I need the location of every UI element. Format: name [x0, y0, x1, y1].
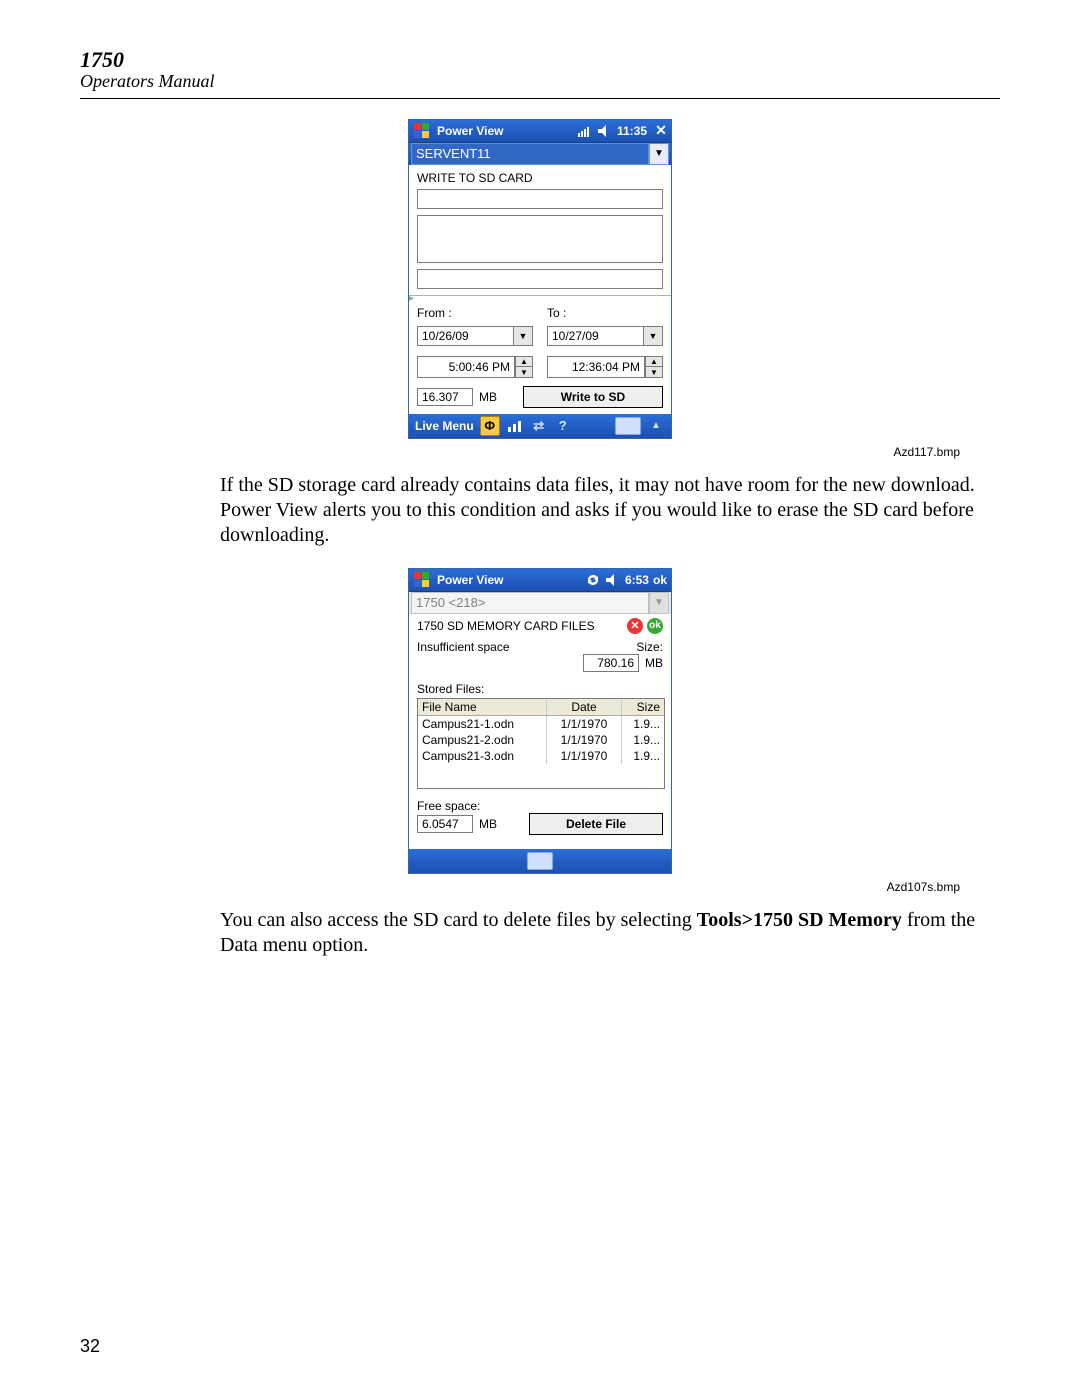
spinner-up-icon[interactable]: ▲ — [516, 357, 532, 368]
from-label: From : — [417, 306, 533, 320]
col-filename[interactable]: File Name — [418, 699, 547, 715]
bottombar-up-icon[interactable]: ▲ — [647, 417, 665, 435]
device-dropdown[interactable]: 1750 <218> ▼ — [409, 591, 671, 614]
table-row[interactable]: Campus21-1.odn 1/1/1970 1.9... — [418, 716, 664, 732]
keyboard-icon[interactable] — [527, 852, 553, 870]
volume-icon — [597, 123, 613, 139]
titlebar-title: Power View — [437, 573, 503, 587]
screenshot-write-to-sd: Power View 11:35 ✕ SERVE — [408, 119, 672, 439]
page-number: 32 — [80, 1336, 100, 1357]
cell-date: 1/1/1970 — [547, 716, 622, 732]
spinner-down-icon[interactable]: ▼ — [516, 367, 532, 377]
bottombar-phi-icon[interactable]: Φ — [480, 416, 500, 436]
to-time-value: 12:36:04 PM — [547, 356, 645, 378]
to-date-value: 10/27/09 — [547, 326, 643, 346]
cell-filename: Campus21-3.odn — [418, 748, 547, 764]
ok-button[interactable]: ok — [653, 573, 667, 587]
cell-filename: Campus21-1.odn — [418, 716, 547, 732]
ok-icon[interactable]: ok — [647, 618, 663, 634]
file-table-header: File Name Date Size — [418, 699, 664, 716]
figure-caption-2: Azd107s.bmp — [80, 880, 960, 894]
bottom-bar: Live Menu Φ ⇄ ? ▲ — [409, 414, 671, 438]
to-label: To : — [547, 306, 663, 320]
write-to-sd-button[interactable]: Write to SD — [523, 386, 663, 408]
spinner-down-icon[interactable]: ▼ — [646, 367, 662, 377]
data-slot-1 — [417, 189, 663, 209]
from-date-dropdown[interactable]: 10/26/09 ▼ — [417, 326, 533, 346]
titlebar-time: 11:35 — [617, 124, 647, 138]
total-size-unit: MB — [645, 656, 663, 670]
titlebar: Power View 6:53 ok — [409, 569, 671, 591]
cell-date: 1/1/1970 — [547, 732, 622, 748]
figure-caption-1: Azd117.bmp — [80, 445, 960, 459]
close-icon[interactable]: ✕ — [651, 121, 671, 141]
size-label: Size: — [583, 640, 663, 654]
para2-bold: Tools>1750 SD Memory — [697, 909, 902, 931]
section-title: WRITE TO SD CARD — [417, 171, 663, 185]
free-space-unit: MB — [479, 817, 497, 831]
data-slot-2 — [417, 215, 663, 263]
from-time-spinner[interactable]: 5:00:46 PM ▲ ▼ — [417, 356, 533, 378]
col-date[interactable]: Date — [547, 699, 622, 715]
free-space-value: 6.0547 — [417, 815, 473, 833]
size-unit: MB — [479, 390, 497, 404]
table-row[interactable]: Campus21-3.odn 1/1/1970 1.9... — [418, 748, 664, 764]
volume-icon — [605, 572, 621, 588]
cell-date: 1/1/1970 — [547, 748, 622, 764]
chevron-down-icon[interactable]: ▼ — [513, 326, 533, 346]
to-date-dropdown[interactable]: 10/27/09 ▼ — [547, 326, 663, 346]
para2-pre: You can also access the SD card to delet… — [220, 909, 697, 931]
chevron-down-icon[interactable]: ▼ — [643, 326, 663, 346]
insufficient-space-msg: Insufficient space — [417, 640, 583, 654]
cell-filename: Campus21-2.odn — [418, 732, 547, 748]
paragraph-2: You can also access the SD card to delet… — [220, 908, 980, 958]
keyboard-icon[interactable] — [615, 417, 641, 435]
device-dropdown[interactable]: SERVENT11 ▼ — [409, 142, 671, 165]
from-time-value: 5:00:46 PM — [417, 356, 515, 378]
bottombar-help-icon[interactable]: ? — [554, 417, 572, 435]
windows-flag-icon[interactable] — [413, 571, 431, 589]
header-rule — [80, 98, 1000, 99]
windows-flag-icon[interactable] — [413, 122, 431, 140]
delete-file-button[interactable]: Delete File — [529, 813, 663, 835]
file-table[interactable]: File Name Date Size Campus21-1.odn 1/1/1… — [417, 698, 665, 789]
free-space-label: Free space: — [417, 799, 663, 813]
from-date-value: 10/26/09 — [417, 326, 513, 346]
header-subtitle: Operators Manual — [80, 72, 1000, 92]
device-name: SERVENT11 — [411, 143, 649, 165]
spinner-up-icon[interactable]: ▲ — [646, 357, 662, 368]
cell-size: 1.9... — [622, 748, 664, 764]
live-menu-button[interactable]: Live Menu — [415, 419, 474, 433]
device-name: 1750 <218> — [411, 592, 649, 614]
section-header: 1750 SD MEMORY CARD FILES — [417, 619, 623, 633]
bottombar-transfer-icon[interactable]: ⇄ — [530, 417, 548, 435]
bottombar-chart-icon[interactable] — [506, 417, 524, 435]
page-header: 1750 Operators Manual — [80, 48, 1000, 99]
titlebar-time: 6:53 — [625, 573, 649, 587]
screenshot-sd-memory-files: Power View 6:53 ok 1750 <218> ▼ 1750 SD … — [408, 568, 672, 874]
data-slot-3 — [417, 269, 663, 289]
to-time-spinner[interactable]: 12:36:04 PM ▲ ▼ — [547, 356, 663, 378]
paragraph-1: If the SD storage card already contains … — [220, 473, 980, 548]
titlebar-title: Power View — [437, 124, 503, 138]
cell-size: 1.9... — [622, 732, 664, 748]
table-row[interactable]: Campus21-2.odn 1/1/1970 1.9... — [418, 732, 664, 748]
device-dropdown-arrow-icon: ▼ — [649, 592, 669, 614]
cell-size: 1.9... — [622, 716, 664, 732]
col-size[interactable]: Size — [622, 699, 664, 715]
signal-icon — [577, 123, 593, 139]
bottom-bar — [409, 849, 671, 873]
download-size-value: 16.307 — [417, 388, 473, 406]
stored-files-label: Stored Files: — [417, 682, 663, 696]
header-model: 1750 — [80, 48, 1000, 72]
total-size-value: 780.16 — [583, 654, 639, 672]
device-dropdown-arrow-icon[interactable]: ▼ — [649, 143, 669, 165]
sync-icon — [585, 572, 601, 588]
cancel-icon[interactable]: ✕ — [627, 618, 643, 634]
titlebar: Power View 11:35 ✕ — [409, 120, 671, 142]
